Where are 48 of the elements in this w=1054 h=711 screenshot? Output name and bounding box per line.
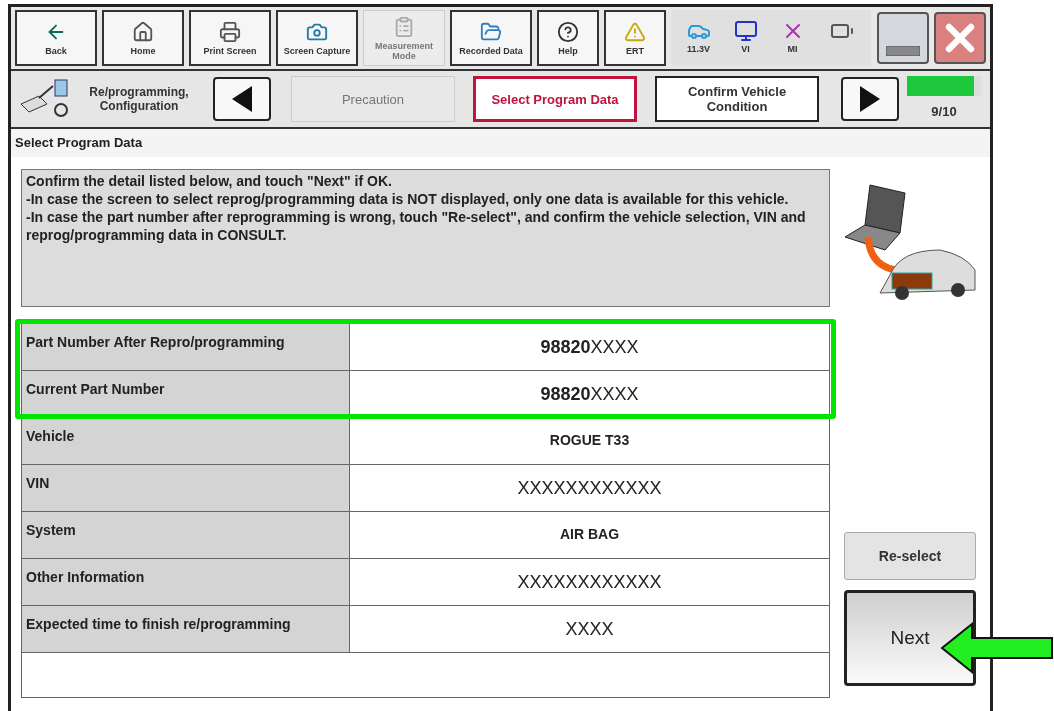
- right-triangle-icon: [860, 86, 880, 112]
- value-text: XXXXXXXXXXXX: [517, 477, 662, 500]
- value-text: AIR BAG: [559, 525, 620, 544]
- toolbar-button[interactable]: Screen Capture: [276, 10, 358, 66]
- minimize-icon: [886, 46, 920, 56]
- toolbar-button[interactable]: Back: [15, 10, 97, 66]
- step-tab[interactable]: Precaution: [291, 76, 455, 122]
- progress-reading: 9/10: [931, 103, 957, 122]
- section-title: Re/programming, Configuration: [88, 85, 190, 113]
- next-button[interactable]: Next: [844, 590, 976, 686]
- warning-icon: [624, 20, 646, 43]
- printer-icon: [219, 20, 241, 43]
- status-label: 11.3V: [687, 43, 710, 57]
- next-step-button[interactable]: [841, 77, 899, 121]
- minimize-button[interactable]: [877, 12, 929, 64]
- toolbar-button[interactable]: Recorded Data: [450, 10, 532, 66]
- close-button[interactable]: [934, 12, 986, 64]
- row-label: VIN: [22, 465, 350, 511]
- row-label: Expected time to finish re/programming: [22, 606, 350, 652]
- reselect-button[interactable]: Re-select: [844, 532, 976, 580]
- value-text: ROGUE T33: [549, 431, 630, 450]
- help-icon: [557, 20, 579, 43]
- folder-icon: [480, 20, 502, 43]
- value-text: XXXX: [565, 618, 614, 641]
- clipboard-icon: [393, 15, 415, 38]
- left-triangle-icon: [232, 86, 252, 112]
- row-label: Other Information: [22, 559, 350, 605]
- home-icon: [132, 20, 154, 43]
- toolbar-button[interactable]: Print Screen: [189, 10, 271, 66]
- toolbar-button[interactable]: ERT: [604, 10, 666, 66]
- status-label: MI: [787, 43, 798, 57]
- previous-step-button[interactable]: [213, 77, 271, 121]
- page-title: Select Program Data: [15, 134, 143, 153]
- row-label: Current Part Number: [22, 371, 350, 417]
- row-label: Vehicle: [22, 418, 350, 464]
- toolbar-button[interactable]: Help: [537, 10, 599, 66]
- row-label: Part Number After Repro/programming: [22, 324, 350, 370]
- value-text: 98820XXXX: [540, 336, 639, 359]
- instruction-text: -In case the screen to select reprog/programming data is NOT displayed, only one data is available for this vehicle.: [26, 190, 790, 208]
- toolbar-button[interactable]: Home: [102, 10, 184, 66]
- row-label: System: [22, 512, 350, 558]
- value-text: 98820XXXX: [540, 383, 639, 406]
- instruction-text: -In case the part number after reprogramming is wrong, touch "Re-select", and confirm the vehicle selection, VIN and reprog/programming data in CONSULT.: [26, 208, 807, 244]
- step-tab[interactable]: Select Program Data: [473, 76, 637, 122]
- value-text: XXXXXXXXXXXX: [517, 571, 662, 594]
- status-label: VI: [741, 43, 750, 57]
- instruction-text: Confirm the detail listed below, and touch "Next" if OK.: [26, 172, 393, 190]
- step-tab[interactable]: Confirm Vehicle Condition: [655, 76, 819, 122]
